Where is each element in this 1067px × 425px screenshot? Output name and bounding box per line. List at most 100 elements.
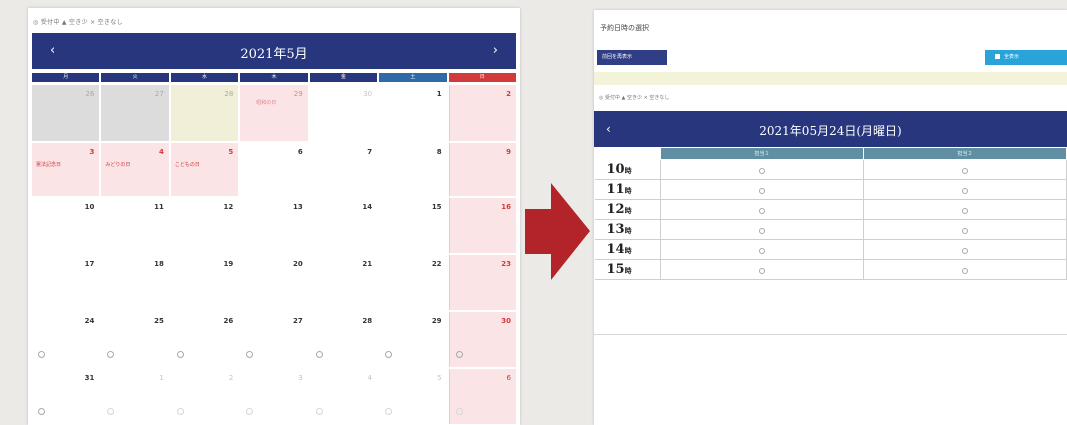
- slot-cell[interactable]: [863, 199, 1067, 220]
- calendar-day-cell[interactable]: 30: [309, 85, 378, 141]
- calendar-day-cell[interactable]: 27: [101, 85, 169, 141]
- weekday-label: 木: [240, 73, 308, 82]
- slot-cell[interactable]: [660, 259, 864, 280]
- day-number: 5: [437, 374, 442, 382]
- day-number: 31: [84, 374, 95, 382]
- calendar-day-cell[interactable]: 29 昭和の日: [240, 85, 308, 141]
- calendar-day-cell[interactable]: 13: [240, 198, 308, 253]
- calendar-day-cell[interactable]: 12: [170, 198, 239, 253]
- day-number: 2: [228, 374, 234, 382]
- time-slot-row: 13時: [594, 219, 1067, 240]
- calendar-day-cell[interactable]: 29: [379, 312, 447, 367]
- calendar-header: ‹ 2021年5月 ›: [32, 33, 516, 69]
- calendar-day-cell[interactable]: 24: [32, 312, 100, 367]
- calendar-day-cell[interactable]: 18: [101, 255, 169, 310]
- calendar-day-cell[interactable]: 20: [240, 255, 308, 310]
- availability-circle-icon: [759, 187, 765, 194]
- availability-circle-icon: [385, 408, 393, 415]
- slot-cell[interactable]: [660, 159, 864, 180]
- redisplay-button[interactable]: 前回を再表示: [597, 50, 667, 65]
- calendar-day-cell[interactable]: 2: [170, 369, 239, 424]
- calendar-day-cell[interactable]: 27: [240, 312, 308, 367]
- day-number: 7: [367, 148, 373, 156]
- calendar-day-cell[interactable]: 5: [379, 369, 447, 424]
- calendar-day-cell[interactable]: 26: [170, 312, 239, 367]
- slot-cell[interactable]: [863, 259, 1067, 280]
- checkbox-icon: [995, 54, 1000, 59]
- availability-circle-icon: [107, 408, 115, 415]
- calendar-day-cell[interactable]: 25: [101, 312, 169, 367]
- calendar-day-cell[interactable]: 31: [32, 369, 100, 424]
- calendar-day-cell[interactable]: 6: [240, 143, 308, 196]
- calendar-day-cell[interactable]: 1: [379, 85, 447, 141]
- calendar-day-cell[interactable]: 22: [379, 255, 447, 310]
- calendar-day-cell[interactable]: 3 憲法記念日: [32, 143, 100, 196]
- divider: [594, 334, 1067, 335]
- calendar-day-cell[interactable]: 5 こどもの日: [170, 143, 239, 196]
- day-number: 26: [85, 90, 95, 98]
- calendar-day-cell[interactable]: 28: [170, 85, 239, 141]
- availability-circle-icon: [759, 247, 765, 254]
- calendar-day-cell[interactable]: 19: [170, 255, 239, 310]
- day-number: 29: [431, 317, 442, 325]
- calendar-day-cell[interactable]: 8: [379, 143, 447, 196]
- slot-cell[interactable]: [863, 239, 1067, 260]
- calendar-day-cell[interactable]: 6: [448, 369, 516, 424]
- weekday-label: 金: [309, 73, 378, 82]
- calendar-day-cell[interactable]: 4: [309, 369, 378, 424]
- calendar-day-cell[interactable]: 26: [32, 85, 100, 141]
- calendar-day-cell[interactable]: 16: [448, 198, 516, 253]
- calendar-day-cell[interactable]: 17: [32, 255, 100, 310]
- calendar-day-cell[interactable]: 15: [379, 198, 447, 253]
- day-number: 4: [158, 148, 164, 156]
- availability-circle-icon: [38, 351, 45, 358]
- calendar-day-cell[interactable]: 11: [101, 198, 169, 253]
- day-number: 9: [506, 148, 511, 156]
- day-number: 5: [228, 148, 234, 156]
- calendar-day-cell[interactable]: 4 みどりの日: [101, 143, 169, 196]
- calendar-day-cell[interactable]: 3: [240, 369, 308, 424]
- calendar-day-cell[interactable]: 2: [448, 85, 516, 141]
- arrow-shape: [525, 183, 590, 280]
- slot-cell[interactable]: [660, 219, 864, 240]
- calendar-day-cell[interactable]: 23: [448, 255, 516, 310]
- slot-cell[interactable]: [863, 159, 1067, 180]
- time-slot-row: 12時: [594, 199, 1067, 220]
- time-label: 10時: [594, 159, 661, 180]
- slot-cell[interactable]: [863, 179, 1067, 200]
- availability-legend: ◎ 受付中 ▲ 空き少 × 空きなし: [33, 19, 123, 26]
- availability-circle-icon: [759, 167, 765, 174]
- day-number: 16: [501, 203, 511, 211]
- day-header: ‹ 2021年05月24日(月曜日): [594, 111, 1067, 148]
- calendar-day-cell[interactable]: 28: [309, 312, 378, 367]
- show-all-button[interactable]: 全表示: [985, 50, 1067, 65]
- day-number: 1: [436, 90, 442, 98]
- calendar-day-cell[interactable]: 7: [309, 143, 378, 196]
- calendar-day-cell[interactable]: 14: [309, 198, 378, 253]
- time-label: 15時: [594, 259, 661, 280]
- day-number: 23: [501, 260, 511, 268]
- calendar-day-cell[interactable]: 10: [32, 198, 100, 253]
- calendar-day-cell[interactable]: 9: [448, 143, 516, 196]
- day-number: 30: [363, 90, 373, 98]
- holiday-label: こどもの日: [174, 162, 200, 168]
- slot-cell[interactable]: [863, 219, 1067, 240]
- calendar-day-cell[interactable]: 30: [448, 312, 516, 367]
- calendar-day-cell[interactable]: 1: [101, 369, 169, 424]
- day-number: 3: [298, 374, 303, 382]
- hour-unit: 時: [624, 166, 632, 175]
- day-number: 27: [292, 317, 303, 325]
- slot-cell[interactable]: [660, 179, 864, 200]
- calendar-day-cell[interactable]: 21: [309, 255, 378, 310]
- availability-circle-icon: [962, 227, 968, 234]
- day-number: 21: [362, 260, 373, 268]
- slot-cell[interactable]: [660, 199, 864, 220]
- time-slot-panel: 予約日時の選択 前回を再表示 全表示 ◎ 受付中 ▲ 空き少 × 空きなし ‹ …: [594, 10, 1067, 425]
- day-number: 2: [506, 90, 511, 98]
- next-month-button[interactable]: ›: [493, 43, 498, 58]
- day-number: 1: [159, 374, 164, 382]
- availability-circle-icon: [176, 351, 184, 358]
- time-slot-row: 15時: [594, 259, 1067, 280]
- slot-cell[interactable]: [660, 239, 864, 260]
- weekday-header-row: 月火水木金土日: [32, 73, 516, 82]
